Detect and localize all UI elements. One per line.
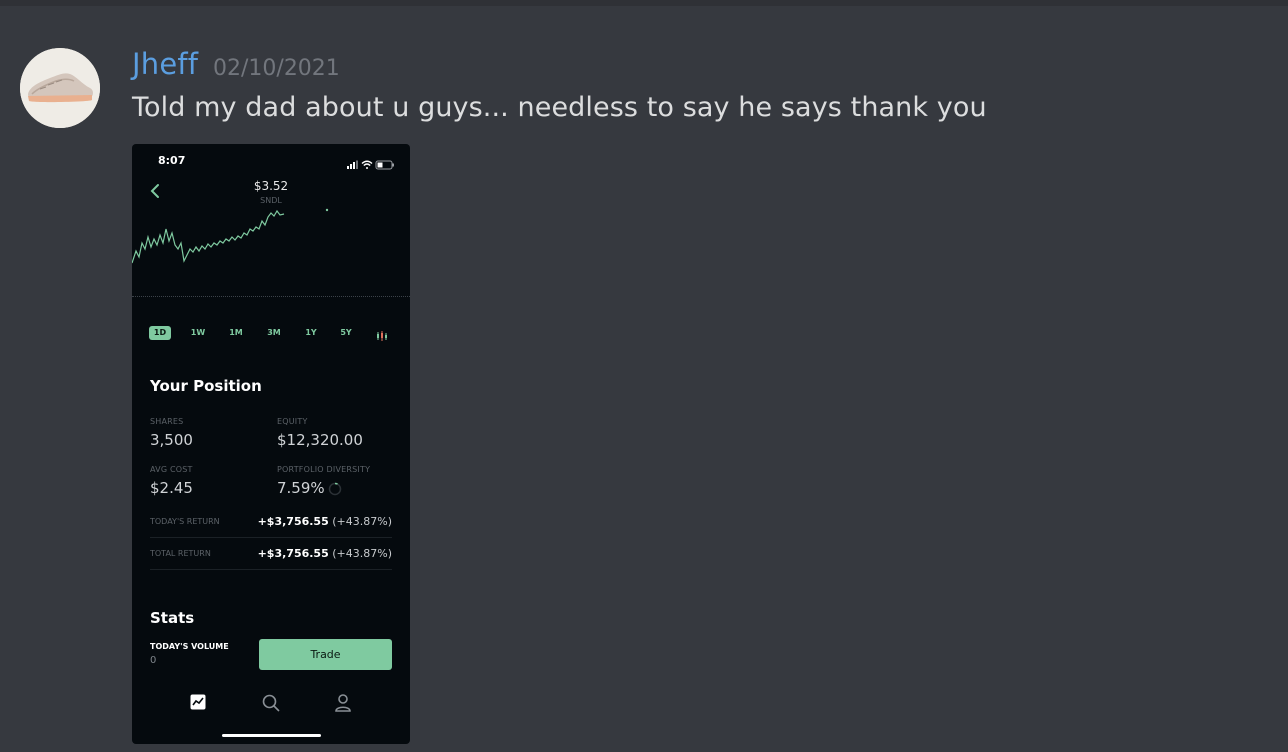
total-return-value: +$3,756.55 (+43.87%) <box>258 547 392 560</box>
avg-cost-label: AVG COST <box>150 465 193 474</box>
total-return-pct: (+43.87%) <box>332 547 392 560</box>
total-return-divider <box>150 569 392 570</box>
price-marker <box>325 208 329 212</box>
avg-cost-value: $2.45 <box>150 479 193 497</box>
diversity-value: 7.59% <box>277 479 325 497</box>
stats-title: Stats <box>150 609 195 627</box>
candlestick-icon <box>377 331 387 341</box>
range-3m[interactable]: 3M <box>263 326 285 340</box>
sneaker-icon <box>20 48 100 128</box>
position-title: Your Position <box>150 377 262 395</box>
message-username[interactable]: Jheff <box>132 47 198 81</box>
status-time: 8:07 <box>158 154 186 167</box>
wifi-icon <box>361 160 373 169</box>
price-line-chart <box>132 208 329 264</box>
range-1y[interactable]: 1Y <box>300 326 322 340</box>
nav-search-button[interactable] <box>261 693 281 717</box>
account-icon <box>335 694 351 712</box>
volume-value: 0 <box>150 655 157 666</box>
trade-button[interactable]: Trade <box>259 639 392 670</box>
price-line <box>132 209 285 264</box>
diversity-label: PORTFOLIO DIVERSITY <box>277 465 371 474</box>
range-1d[interactable]: 1D <box>149 326 171 340</box>
volume-label: TODAY'S VOLUME <box>150 642 229 651</box>
range-5y[interactable]: 5Y <box>335 326 357 340</box>
nav-account-button[interactable] <box>334 693 352 717</box>
candlestick-toggle[interactable] <box>376 327 388 346</box>
todays-return-value: +$3,756.55 (+43.87%) <box>258 515 392 528</box>
channel-top-divider <box>0 0 1288 6</box>
chart-icon <box>190 694 206 710</box>
diversity-ring-icon <box>328 481 342 500</box>
equity-value: $12,320.00 <box>277 431 363 449</box>
signal-icon <box>347 160 358 169</box>
range-1w[interactable]: 1W <box>187 326 209 340</box>
total-return-label: TOTAL RETURN <box>150 549 211 558</box>
user-avatar[interactable] <box>20 48 100 128</box>
battery-icon <box>375 160 394 170</box>
search-icon <box>262 694 280 712</box>
message-text: Told my dad about u guys... needless to … <box>132 92 987 123</box>
status-icons <box>345 155 397 174</box>
todays-return-label: TODAY'S RETURN <box>150 517 220 526</box>
todays-return-amount: +$3,756.55 <box>257 515 329 528</box>
image-attachment[interactable]: 8:07 $3.52 SNDL 1D 1W 1M 3M 1Y 5Y Your P… <box>132 144 410 744</box>
equity-label: EQUITY <box>277 417 308 426</box>
return-divider <box>150 537 392 538</box>
shares-label: SHARES <box>150 417 184 426</box>
message-timestamp: 02/10/2021 <box>213 56 340 81</box>
stock-price: $3.52 <box>253 179 289 193</box>
total-return-amount: +$3,756.55 <box>257 547 329 560</box>
todays-return-pct: (+43.87%) <box>332 515 392 528</box>
previous-close-line <box>132 296 410 297</box>
home-indicator <box>222 734 321 737</box>
shares-value: 3,500 <box>150 431 193 449</box>
range-1m[interactable]: 1M <box>225 326 247 340</box>
nav-chart-button[interactable] <box>189 693 207 715</box>
